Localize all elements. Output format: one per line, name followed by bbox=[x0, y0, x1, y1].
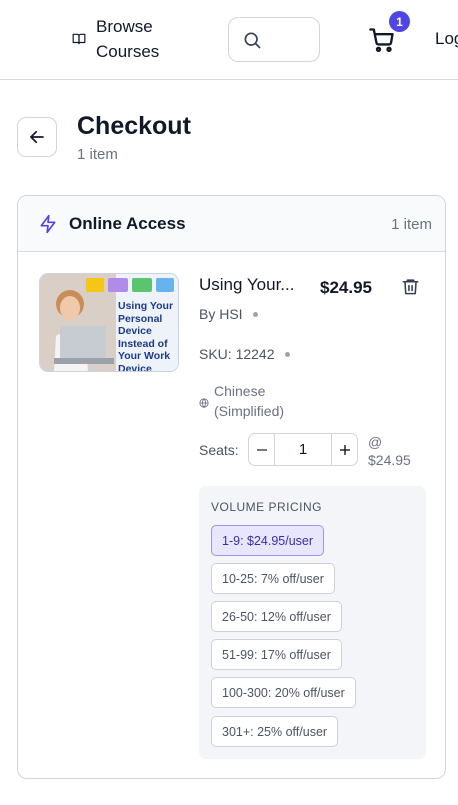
course-price: $24.95 bbox=[320, 278, 372, 297]
trash-icon bbox=[402, 279, 419, 295]
book-icon bbox=[72, 32, 86, 46]
pricing-tier-10-25[interactable]: 10-25: 7% off/user bbox=[211, 563, 335, 594]
cart-count-badge: 1 bbox=[389, 11, 410, 32]
page-title: Checkout bbox=[77, 112, 191, 140]
pricing-tier-26-50[interactable]: 26-50: 12% off/user bbox=[211, 601, 342, 632]
seats-label: Seats: bbox=[199, 442, 239, 458]
remove-item-button[interactable] bbox=[401, 277, 420, 301]
search-button[interactable] bbox=[228, 17, 320, 62]
cart-button[interactable] bbox=[368, 26, 396, 54]
volume-pricing-panel: VOLUME PRICING 1-9: $24.95/user 10-25: 7… bbox=[199, 486, 426, 759]
back-button[interactable] bbox=[17, 117, 57, 157]
seats-input[interactable]: 1 bbox=[274, 434, 332, 465]
section-count: 1 item bbox=[391, 216, 432, 233]
publisher-label: By HSI bbox=[199, 306, 243, 322]
arrow-left-icon bbox=[30, 130, 44, 144]
language-label: Chinese (Simplified) bbox=[214, 383, 285, 419]
pricing-tier-100-300[interactable]: 100-300: 20% off/user bbox=[211, 677, 356, 708]
globe-icon bbox=[199, 395, 209, 421]
login-link[interactable]: Log bbox=[435, 29, 458, 49]
decrease-seats-button[interactable] bbox=[249, 434, 274, 465]
item-count: 1 item bbox=[77, 146, 118, 163]
unit-price: @ $24.95 bbox=[368, 434, 411, 468]
pricing-tier-1-9[interactable]: 1-9: $24.95/user bbox=[211, 525, 325, 556]
pricing-tier-301-plus[interactable]: 301+: 25% off/user bbox=[211, 716, 339, 747]
increase-seats-button[interactable] bbox=[332, 434, 357, 465]
top-nav: Browse Courses 1 Log bbox=[0, 0, 458, 80]
thumbnail-caption: Using Your Personal Device Instead of Yo… bbox=[118, 300, 174, 372]
sku-line: SKU: 12242 bbox=[199, 346, 290, 362]
online-access-card: Online Access 1 item Using Your Personal… bbox=[17, 195, 446, 779]
language-line: Chinese (Simplified) bbox=[199, 381, 314, 421]
plus-icon bbox=[339, 444, 350, 455]
volume-pricing-title: VOLUME PRICING bbox=[211, 500, 323, 514]
seats-stepper: 1 bbox=[248, 433, 358, 466]
publisher-line: By HSI bbox=[199, 306, 258, 322]
bolt-icon bbox=[38, 214, 58, 239]
browse-courses-label: Browse Courses bbox=[96, 17, 160, 61]
course-title-link[interactable]: Using Your... bbox=[199, 275, 294, 295]
card-header: Online Access 1 item bbox=[18, 196, 445, 252]
cart-icon bbox=[369, 28, 394, 53]
search-icon bbox=[244, 32, 261, 49]
browse-courses-link[interactable]: Browse Courses bbox=[72, 14, 176, 64]
pricing-tier-51-99[interactable]: 51-99: 17% off/user bbox=[211, 639, 342, 670]
separator-dot bbox=[284, 351, 290, 357]
minus-icon bbox=[256, 448, 267, 451]
section-title: Online Access bbox=[69, 214, 186, 233]
sku-label: SKU: 12242 bbox=[199, 346, 275, 362]
separator-dot bbox=[252, 311, 258, 317]
course-thumbnail[interactable]: Using Your Personal Device Instead of Yo… bbox=[39, 273, 179, 372]
